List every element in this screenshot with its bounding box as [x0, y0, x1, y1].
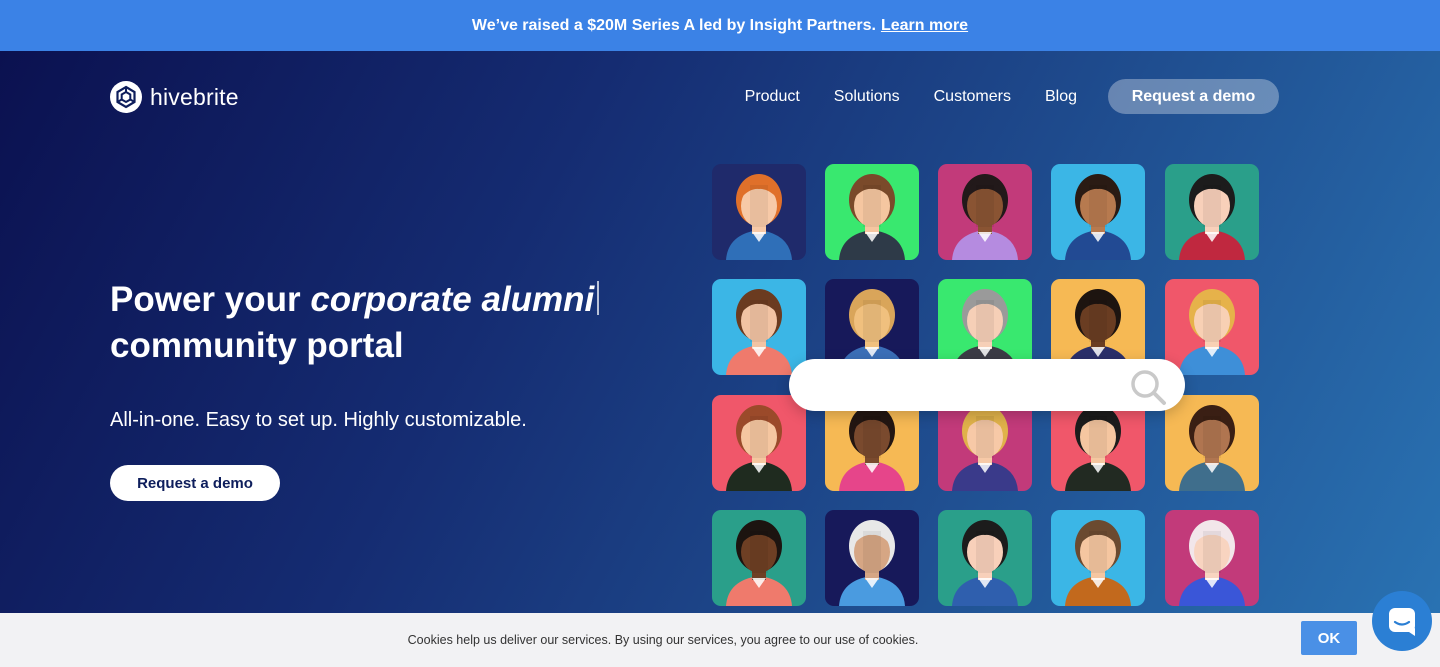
person-avatar-icon	[952, 174, 1018, 260]
nav-customers[interactable]: Customers	[934, 88, 1011, 106]
chat-launcher-button[interactable]	[1372, 591, 1432, 651]
person-avatar-icon	[726, 520, 792, 606]
hero-headline: Power your corporate alumni community po…	[110, 277, 600, 369]
headline-emphasis: corporate alumni	[310, 280, 595, 319]
avatar-tile	[1165, 510, 1259, 606]
main-nav: Product Solutions Customers Blog Request…	[711, 79, 1279, 114]
person-avatar-icon	[1179, 405, 1245, 491]
announcement-bar: We’ve raised a $20M Series A led by Insi…	[0, 0, 1440, 51]
search-bar[interactable]	[789, 359, 1185, 411]
person-avatar-icon	[839, 174, 905, 260]
avatar-tile	[938, 510, 1032, 606]
person-avatar-icon	[726, 405, 792, 491]
cookie-ok-button[interactable]: OK	[1301, 621, 1357, 655]
avatar-tile	[712, 164, 806, 260]
hero-request-demo-button[interactable]: Request a demo	[110, 465, 280, 501]
typing-caret	[597, 281, 600, 315]
hero-section: hivebrite Product Solutions Customers Bl…	[0, 51, 1440, 667]
brand-logo[interactable]: hivebrite	[110, 81, 239, 113]
person-avatar-icon	[726, 174, 792, 260]
nav-blog[interactable]: Blog	[1045, 88, 1077, 106]
person-avatar-icon	[1065, 174, 1131, 260]
avatar-tile	[1165, 164, 1259, 260]
person-avatar-icon	[1179, 520, 1245, 606]
learn-more-link[interactable]: Learn more	[881, 17, 968, 35]
avatar-tile	[825, 164, 919, 260]
nav-request-demo-button[interactable]: Request a demo	[1108, 79, 1279, 114]
avatar-tile	[712, 279, 806, 375]
announcement-text: We’ve raised a $20M Series A led by Insi…	[471, 16, 876, 34]
search-icon	[1131, 370, 1166, 405]
person-avatar-icon	[726, 289, 792, 375]
avatar-tile	[825, 510, 919, 606]
headline-line-2: community portal	[110, 326, 404, 365]
avatar-tile	[712, 510, 806, 606]
avatar-tile	[938, 164, 1032, 260]
person-avatar-icon	[952, 520, 1018, 606]
hivebrite-logo-icon	[110, 81, 142, 113]
person-avatar-icon	[1179, 289, 1245, 375]
avatar-tile	[1165, 395, 1259, 491]
chat-icon	[1389, 608, 1415, 636]
person-avatar-icon	[1179, 174, 1245, 260]
avatar-tile	[1165, 279, 1259, 375]
cookie-message: Cookies help us deliver our services. By…	[407, 633, 919, 647]
person-avatar-icon	[1065, 520, 1131, 606]
headline-prefix: Power your	[110, 280, 311, 319]
cookie-banner: Cookies help us deliver our services. By…	[0, 613, 1440, 667]
avatar-tile	[1051, 510, 1145, 606]
person-avatar-icon	[839, 520, 905, 606]
brand-name: hivebrite	[150, 83, 239, 110]
avatar-tile	[712, 395, 806, 491]
nav-solutions[interactable]: Solutions	[834, 88, 900, 106]
hero-subhead: All-in-one. Easy to set up. Highly custo…	[110, 409, 527, 431]
nav-product[interactable]: Product	[745, 88, 800, 106]
avatar-tile	[1051, 164, 1145, 260]
